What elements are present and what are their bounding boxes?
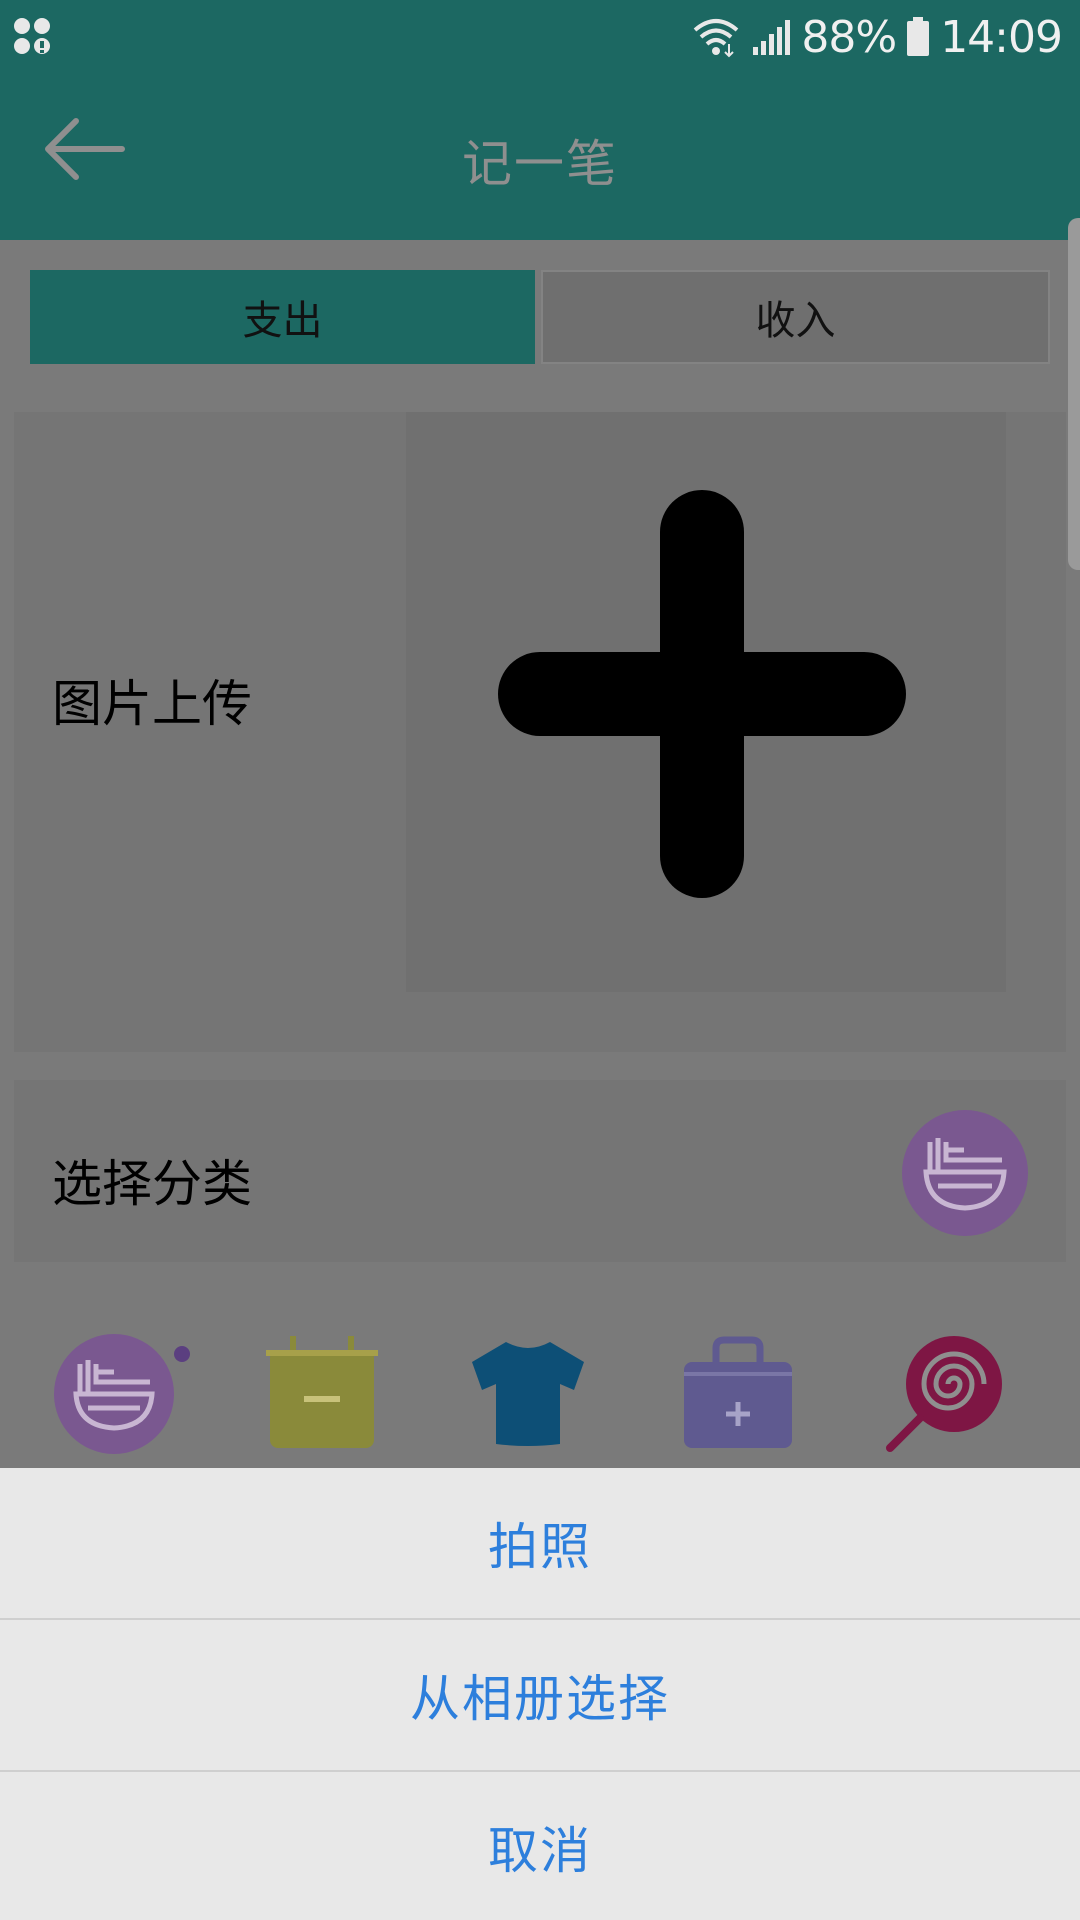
- photo-action-sheet: 拍照 从相册选择 取消: [0, 1468, 1080, 1920]
- type-tabs: 支出 收入: [30, 270, 1050, 364]
- plus-icon: [498, 490, 906, 898]
- category-card[interactable]: 选择分类: [14, 1080, 1066, 1262]
- tab-expense[interactable]: 支出: [30, 270, 535, 364]
- status-time: 14:09: [940, 11, 1063, 63]
- food-bowl-icon[interactable]: [52, 1332, 176, 1456]
- take-photo-button[interactable]: 拍照: [0, 1468, 1080, 1618]
- scroll-handle[interactable]: [1068, 218, 1080, 570]
- choose-from-album-button[interactable]: 从相册选择: [0, 1620, 1080, 1770]
- tshirt-icon[interactable]: [466, 1332, 590, 1456]
- notification-apps-icon: [14, 18, 50, 54]
- battery-icon: [907, 17, 930, 56]
- cancel-button[interactable]: 取消: [0, 1772, 1080, 1920]
- page-title: 记一笔: [462, 135, 618, 193]
- category-icon-row: [0, 1320, 1080, 1470]
- wifi-icon: [694, 19, 739, 58]
- image-upload-card: 图片上传: [14, 412, 1066, 1052]
- image-upload-button[interactable]: [406, 412, 1006, 992]
- category-label: 选择分类: [52, 1155, 252, 1213]
- tab-income[interactable]: 收入: [541, 270, 1050, 364]
- toolbar: 记一笔: [0, 74, 1080, 240]
- lollipop-icon[interactable]: [882, 1332, 1006, 1456]
- food-bowl-icon: [902, 1110, 1028, 1236]
- calendar-icon[interactable]: [260, 1332, 384, 1456]
- selected-check-icon: [174, 1346, 190, 1362]
- status-bar: 88% 14:09: [0, 0, 1080, 74]
- image-upload-label: 图片上传: [52, 675, 252, 733]
- signal-icon: [753, 20, 791, 55]
- medical-kit-icon[interactable]: [676, 1332, 800, 1456]
- battery-percent: 88%: [801, 11, 897, 63]
